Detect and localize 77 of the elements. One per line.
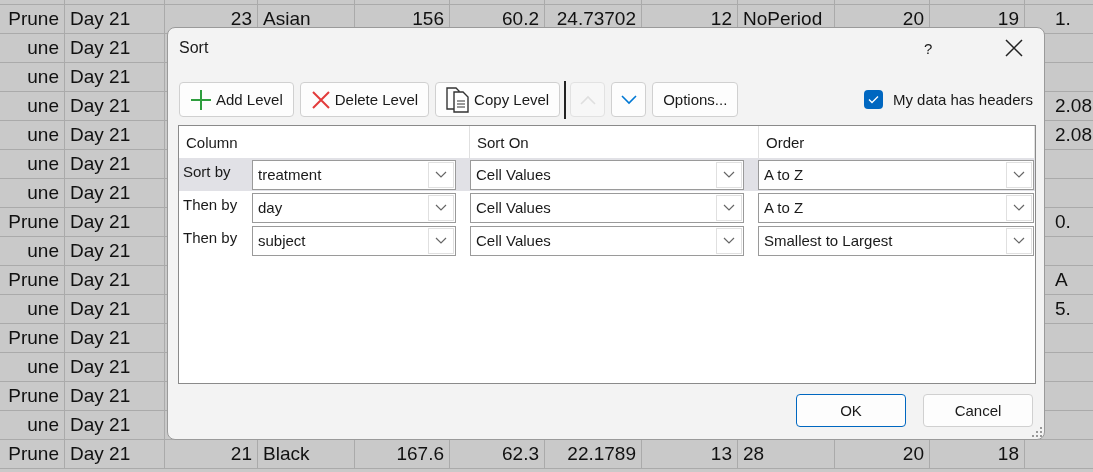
column-header: Column (186, 134, 238, 151)
table-cell: une (0, 121, 65, 150)
column-header: Sort On (477, 134, 529, 151)
table-cell: une (0, 411, 65, 440)
check-icon (867, 95, 879, 104)
ok-button[interactable]: OK (796, 394, 906, 427)
table-cell: une (0, 237, 65, 266)
table-cell: Day 21 (65, 295, 165, 324)
close-icon[interactable] (1005, 39, 1023, 57)
chevron-down-icon (723, 171, 735, 178)
table-cell: une (0, 353, 65, 382)
chevron-down-icon (723, 237, 735, 244)
table-cell: Day 21 (65, 5, 165, 34)
table-cell: Day 21 (65, 179, 165, 208)
table-cell: Day 21 (65, 411, 165, 440)
level-label: Then by (182, 229, 239, 248)
checkbox[interactable] (863, 90, 883, 109)
table-cell: Day 21 (65, 121, 165, 150)
chevron-down-icon (435, 204, 447, 211)
table-cell: Day 21 (65, 237, 165, 266)
dropdown[interactable]: A to Z (758, 192, 1034, 223)
chevron-down-icon (1013, 204, 1025, 211)
dialog-title: Sort (179, 39, 210, 57)
table-cell: Day 21 (65, 324, 165, 353)
sort-level-row[interactable]: Then by day Cell Values A to Z (179, 191, 1035, 224)
table-cell: une (0, 92, 65, 121)
sort-level-row[interactable]: Then by subject Cell Values Smallest to Largest (179, 224, 1035, 257)
table-cell: Day 21 (65, 34, 165, 63)
copy-icon (446, 86, 471, 113)
table-cell: une (0, 179, 65, 208)
table-cell: Prune (0, 208, 65, 237)
resize-grip-icon[interactable] (1032, 427, 1042, 437)
options-button[interactable]: Options... (652, 82, 739, 117)
table-cell: Prune (0, 324, 65, 353)
dropdown[interactable]: Cell Values (470, 192, 744, 223)
plus-icon (190, 88, 212, 111)
dropdown[interactable]: treatment (252, 159, 456, 190)
chevron-down-icon (620, 94, 637, 105)
table-cell: Day 21 (65, 63, 165, 92)
table-cell: Prune (0, 266, 65, 295)
chevron-down-icon (1013, 171, 1025, 178)
table-cell: Day 21 (65, 353, 165, 382)
dropdown[interactable]: Cell Values (470, 225, 744, 256)
cancel-button[interactable]: Cancel (923, 394, 1033, 427)
table-cell: Day 21 (65, 150, 165, 179)
checkbox-label: My data has headers (892, 91, 1033, 108)
chevron-down-icon (435, 171, 447, 178)
table-cell: une (0, 63, 65, 92)
move-down-button[interactable] (611, 82, 647, 117)
dropdown[interactable]: Cell Values (470, 159, 744, 190)
chevron-down-icon (1013, 237, 1025, 244)
dropdown[interactable]: Smallest to Largest (758, 225, 1034, 256)
chevron-down-icon (723, 204, 735, 211)
table-cell: Prune (0, 382, 65, 411)
close-icon (310, 89, 331, 110)
delete-button[interactable]: Delete Level (299, 82, 430, 117)
dropdown[interactable]: day (252, 192, 456, 223)
table-cell: une (0, 295, 65, 324)
copy-button[interactable]: Copy Level (435, 82, 561, 117)
add-button[interactable]: Add Level (179, 82, 294, 117)
table-cell: Prune (0, 5, 65, 34)
level-label: Sort by (182, 163, 232, 182)
level-label: Then by (182, 196, 239, 215)
column-header: Order (766, 134, 805, 151)
table-cell: Day 21 (65, 440, 165, 469)
table-cell: une (0, 150, 65, 179)
dropdown[interactable]: subject (252, 225, 456, 256)
table-cell: Day 21 (65, 266, 165, 295)
table-cell: Day 21 (65, 92, 165, 121)
table-cell: Day 21 (65, 382, 165, 411)
dropdown[interactable]: A to Z (758, 159, 1034, 190)
sort-level-row[interactable]: Sort by treatment Cell Values A to Z (179, 158, 1035, 191)
table-cell: Day 21 (65, 208, 165, 237)
chevron-up-icon (579, 94, 596, 105)
chevron-down-icon (435, 237, 447, 244)
table-cell: une (0, 34, 65, 63)
table-cell: Prune (0, 440, 65, 469)
